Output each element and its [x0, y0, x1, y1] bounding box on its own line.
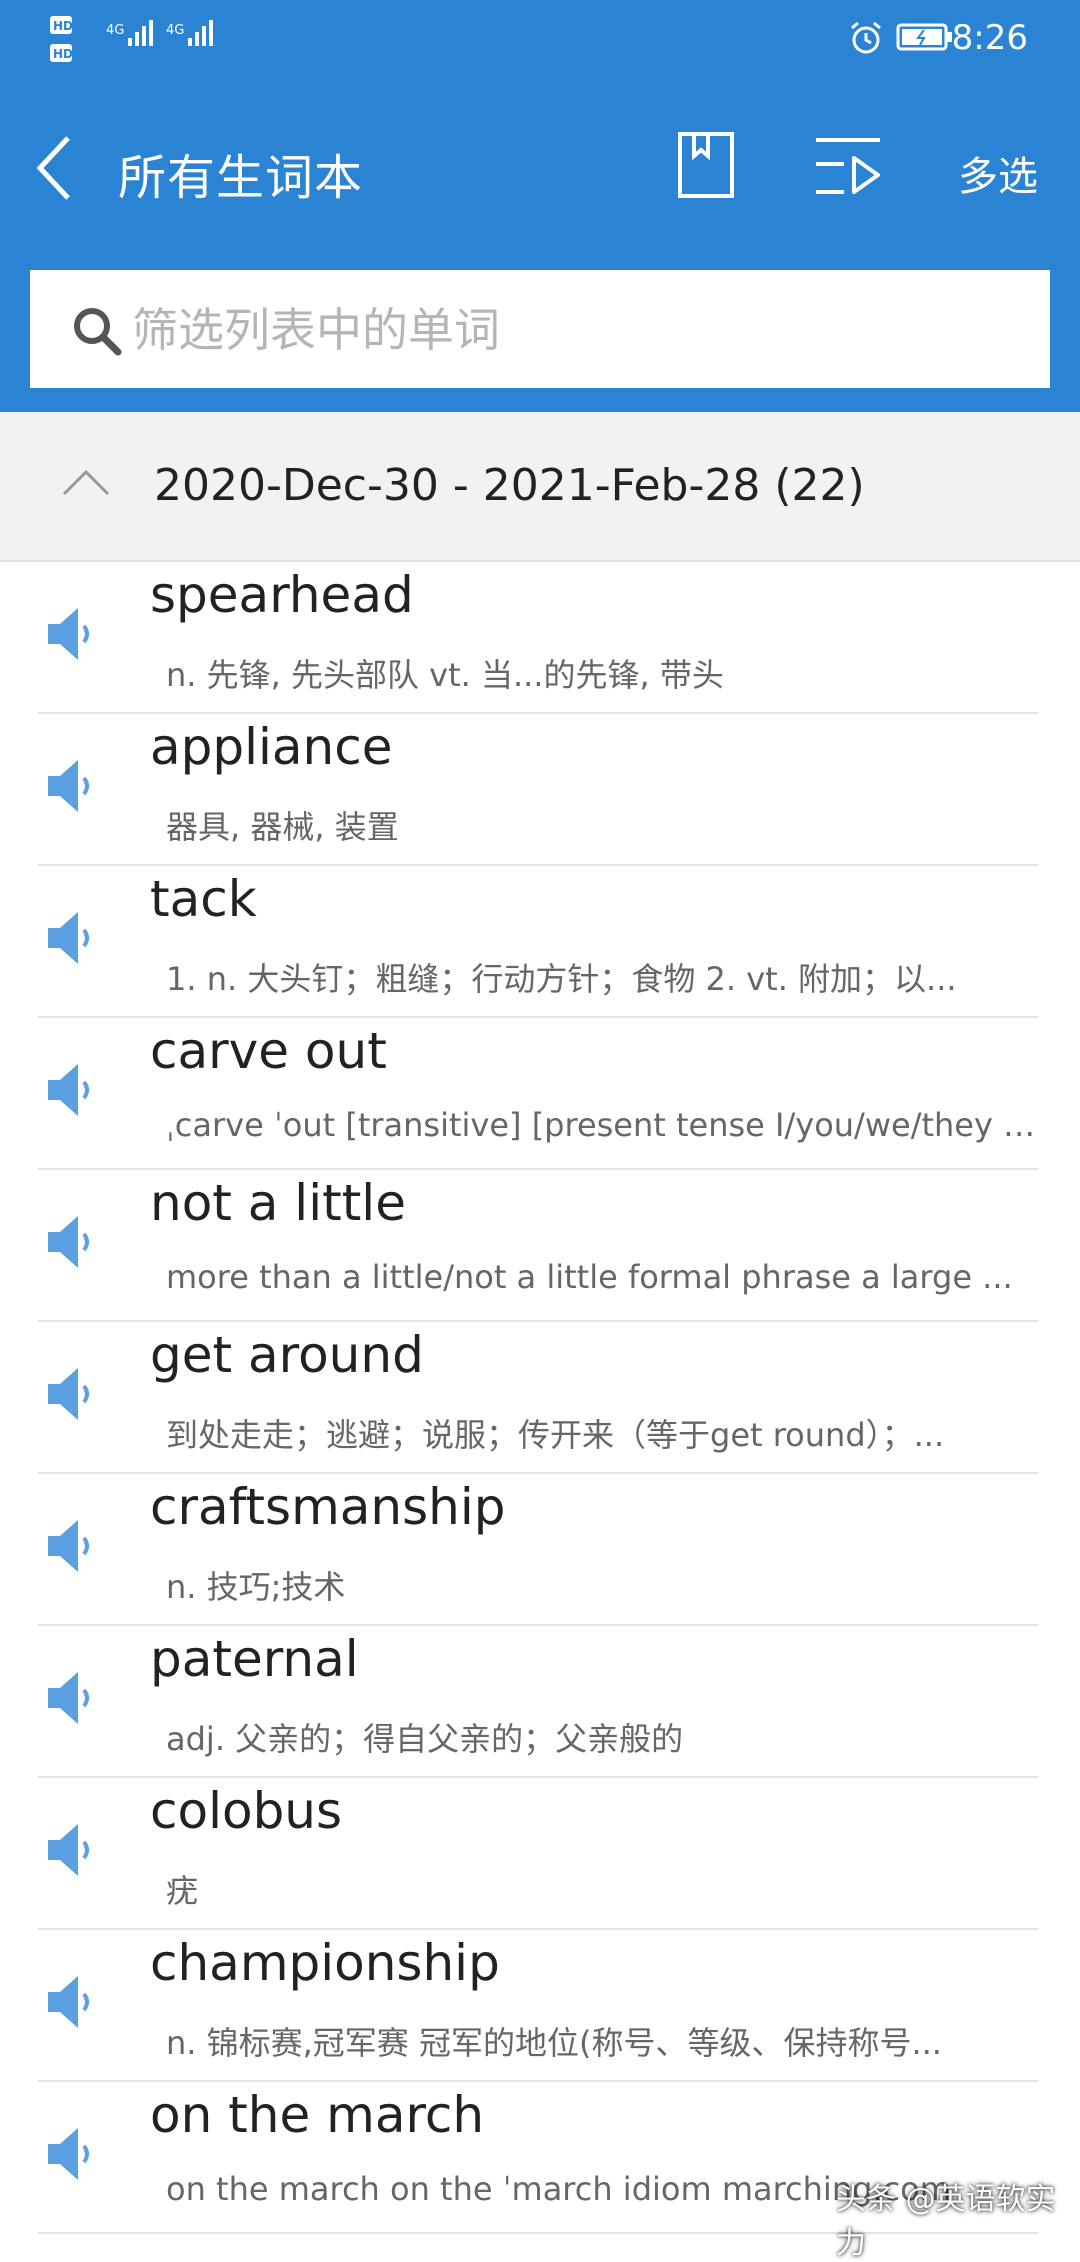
search-box[interactable]: [30, 270, 1050, 388]
speaker-icon[interactable]: [44, 1060, 94, 1120]
word-definition: n. 锦标赛,冠军赛 冠军的地位(称号、等级、保持称号...: [166, 2024, 942, 2062]
word-text: not a little: [150, 1174, 406, 1232]
word-row[interactable]: colobus 疣: [0, 1778, 1080, 1930]
multi-select-button[interactable]: 多选: [958, 144, 1038, 202]
speaker-icon[interactable]: [44, 756, 94, 816]
speaker-icon[interactable]: [44, 1364, 94, 1424]
word-text: championship: [150, 1934, 500, 1992]
word-row[interactable]: championship n. 锦标赛,冠军赛 冠军的地位(称号、等级、保持称号…: [0, 1930, 1080, 2082]
word-definition: n. 先锋, 先头部队 vt. 当...的先锋, 带头: [166, 656, 724, 694]
word-definition: 器具, 器械, 装置: [166, 808, 399, 846]
word-text: colobus: [150, 1782, 343, 1840]
date-group-header[interactable]: 2020-Dec-30 - 2021-Feb-28 (22): [0, 412, 1080, 562]
word-text: on the march: [150, 2086, 485, 2144]
word-text: craftsmanship: [150, 1478, 506, 1536]
speaker-icon[interactable]: [44, 2124, 94, 2184]
word-definition: ˌcarve ˈout [transitive] [present tense …: [166, 1106, 1046, 1144]
svg-text:HD: HD: [53, 47, 73, 61]
speaker-icon[interactable]: [44, 1668, 94, 1728]
word-row[interactable]: not a little more than a little/not a li…: [0, 1170, 1080, 1322]
svg-text:HD: HD: [53, 19, 73, 33]
word-text: get around: [150, 1326, 424, 1384]
word-text: paternal: [150, 1630, 359, 1688]
status-bar: HD HD 4G 4G 8:26: [0, 0, 1080, 80]
search-icon: [74, 308, 122, 356]
svg-text:4G: 4G: [166, 23, 184, 38]
bookmark-book-icon[interactable]: [676, 130, 736, 200]
speaker-icon[interactable]: [44, 1516, 94, 1576]
clock-time: 8:26: [951, 18, 1028, 58]
word-definition: 1. n. 大头钉；粗缝；行动方针；食物 2. vt. 附加；以...: [166, 960, 957, 998]
word-definition: 疣: [166, 1872, 199, 1910]
date-group-label: 2020-Dec-30 - 2021-Feb-28 (22): [154, 460, 865, 511]
app-bar: HD HD 4G 4G 8:26 所有生词本 多选 筛选列表中的单词: [0, 0, 1080, 412]
alarm-icon: [851, 21, 881, 54]
speaker-icon[interactable]: [44, 1972, 94, 2032]
signal-icon: HD HD 4G 4G: [50, 16, 213, 62]
word-row[interactable]: spearhead n. 先锋, 先头部队 vt. 当...的先锋, 带头: [0, 562, 1080, 714]
speaker-icon[interactable]: [44, 1212, 94, 1272]
speaker-icon[interactable]: [44, 604, 94, 664]
word-definition: 到处走走；逃避；说服；传开来（等于get round）；...: [166, 1416, 945, 1454]
battery-icon: [896, 23, 952, 51]
word-row[interactable]: tack 1. n. 大头钉；粗缝；行动方针；食物 2. vt. 附加；以...: [0, 866, 1080, 1018]
word-text: appliance: [150, 718, 393, 776]
word-definition: n. 技巧;技术: [166, 1568, 346, 1606]
word-row[interactable]: appliance 器具, 器械, 装置: [0, 714, 1080, 866]
word-row[interactable]: paternal adj. 父亲的；得自父亲的；父亲般的: [0, 1626, 1080, 1778]
word-text: spearhead: [150, 566, 414, 624]
speaker-icon[interactable]: [44, 1820, 94, 1880]
watermark: 头条 @英语软实力: [836, 2182, 1056, 2261]
page-title: 所有生词本: [118, 150, 364, 206]
word-definition: more than a little/not a little formal p…: [166, 1258, 1013, 1296]
word-list: spearhead n. 先锋, 先头部队 vt. 当...的先锋, 带头 ap…: [0, 562, 1080, 2234]
word-row[interactable]: carve out ˌcarve ˈout [transitive] [pres…: [0, 1018, 1080, 1170]
back-arrow-icon[interactable]: [22, 128, 82, 208]
playlist-play-icon[interactable]: [812, 134, 884, 200]
word-text: tack: [150, 870, 257, 928]
svg-text:4G: 4G: [106, 23, 124, 38]
chevron-up-icon[interactable]: [58, 464, 114, 500]
word-text: carve out: [150, 1022, 387, 1080]
word-row[interactable]: get around 到处走走；逃避；说服；传开来（等于get round）；.…: [0, 1322, 1080, 1474]
speaker-icon[interactable]: [44, 908, 94, 968]
search-input[interactable]: [130, 292, 1014, 368]
word-row[interactable]: craftsmanship n. 技巧;技术: [0, 1474, 1080, 1626]
word-definition: adj. 父亲的；得自父亲的；父亲般的: [166, 1720, 684, 1758]
